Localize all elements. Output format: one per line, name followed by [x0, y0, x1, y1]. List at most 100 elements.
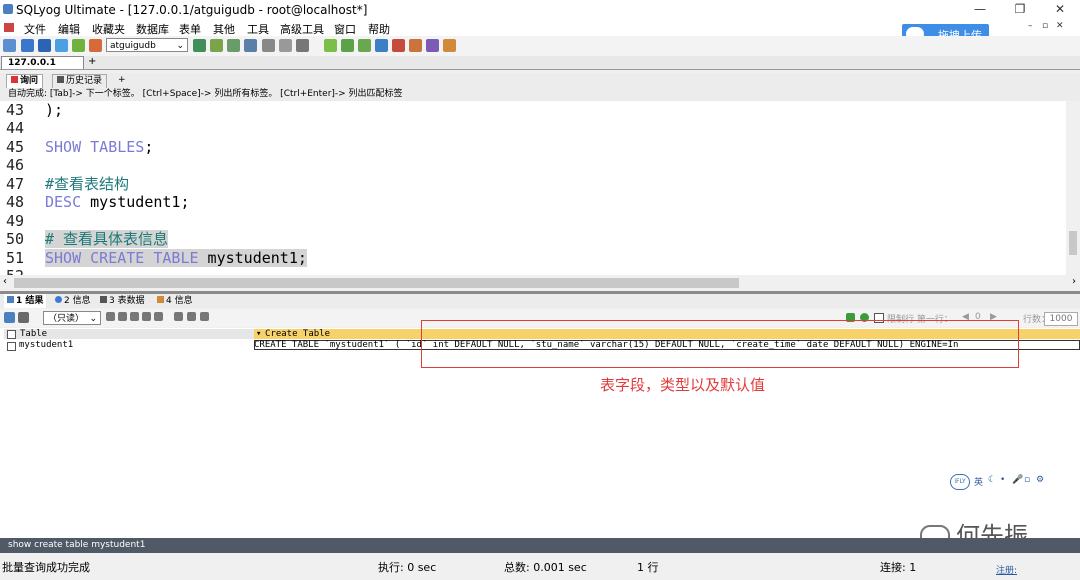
database-value: atguigudb: [110, 41, 156, 51]
mdi-minimize-icon[interactable]: –: [1028, 21, 1033, 31]
tab-result-label: 1 结果: [16, 296, 44, 306]
new-query-icon[interactable]: [21, 39, 34, 52]
moon-icon: ☾: [988, 475, 997, 485]
menu-database[interactable]: 数据库: [136, 21, 169, 37]
delete-row-icon[interactable]: [142, 312, 151, 321]
line-number: 52: [6, 267, 36, 275]
menu-other[interactable]: 其他: [213, 21, 235, 37]
copy-icon[interactable]: [106, 312, 115, 321]
history-icon: [57, 76, 64, 83]
refresh-icon[interactable]: [55, 39, 68, 52]
grid-mode-icon[interactable]: [18, 312, 29, 323]
cell-table-name[interactable]: mystudent1: [19, 340, 73, 351]
line-number: 43: [6, 101, 25, 119]
tab-result[interactable]: 1 结果: [4, 294, 47, 308]
status-message: 批量查询成功完成: [2, 561, 90, 574]
data-sync-icon[interactable]: [375, 39, 388, 52]
save-changes-icon[interactable]: [154, 312, 163, 321]
tab-info-label: 2 信息: [64, 296, 91, 306]
tab-query[interactable]: 询问: [6, 74, 44, 88]
skin-icon: ▫: [1024, 475, 1031, 485]
insert-row-icon[interactable]: [118, 312, 127, 321]
tab-table-data[interactable]: 3 表数据: [97, 294, 148, 308]
mdi-close-icon[interactable]: ✕: [1056, 21, 1064, 31]
mdi-window-icon[interactable]: [4, 23, 14, 32]
code-text: ;: [144, 138, 154, 156]
sql-editor[interactable]: 43); 44 45 SHOW TABLES; 46 47 #查看表结构 48 DES…: [0, 101, 1066, 275]
menu-favorites[interactable]: 收藏夹: [92, 21, 125, 37]
add-tab-button[interactable]: +: [114, 74, 130, 87]
close-button[interactable]: ✕: [1040, 0, 1080, 19]
export-icon[interactable]: [296, 39, 309, 52]
mdi-restore-icon[interactable]: ▫: [1042, 21, 1048, 31]
total-time: 总数: 0.001 sec: [504, 561, 587, 574]
column-header-create-table[interactable]: Create Table: [265, 329, 330, 339]
line-number: 45: [6, 138, 25, 156]
tab-table-data-label: 3 表数据: [109, 296, 145, 306]
backup-icon[interactable]: [210, 39, 223, 52]
result-mode-icon[interactable]: [4, 312, 15, 323]
editor-vertical-scrollbar[interactable]: [1066, 101, 1080, 275]
duplicate-row-icon[interactable]: [130, 312, 139, 321]
menu-edit[interactable]: 编辑: [58, 21, 80, 37]
menu-advanced-tools[interactable]: 高级工具: [280, 21, 324, 37]
schema-designer-icon[interactable]: [358, 39, 371, 52]
ifly-ime-widget[interactable]: iFLY 英 ☾ • 🎤 ▫ ⚙: [950, 474, 1050, 490]
add-connection-icon[interactable]: +: [88, 56, 96, 67]
line-number: 49: [6, 212, 25, 230]
code-text: mystudent1;: [198, 249, 307, 267]
user-manager-icon[interactable]: [89, 39, 102, 52]
register-link[interactable]: 注册:: [996, 563, 1017, 576]
menu-table[interactable]: 表单: [179, 21, 201, 37]
tab-history[interactable]: 历史记录: [52, 74, 108, 88]
notification-icon[interactable]: [409, 39, 422, 52]
menu-window[interactable]: 窗口: [334, 21, 356, 37]
scroll-left-icon[interactable]: ‹: [3, 276, 7, 287]
scroll-thumb[interactable]: [1069, 231, 1077, 255]
ime-mode-label: 英: [974, 478, 984, 488]
tab-info[interactable]: 2 信息: [52, 294, 94, 308]
form-view-icon[interactable]: [187, 312, 196, 321]
table-data-icon: [100, 296, 107, 303]
sync-icon[interactable]: [324, 39, 337, 52]
autocomplete-hint: 自动完成: [Tab]-> 下一个标签。 [Ctrl+Space]-> 列出所有…: [0, 88, 1080, 101]
chevron-down-icon: ⌄: [176, 41, 184, 51]
save-icon[interactable]: [38, 39, 51, 52]
horizontal-scroll-thumb[interactable]: [14, 278, 739, 288]
database-select[interactable]: atguigudb ⌄: [106, 38, 188, 52]
schema-icon[interactable]: [244, 39, 257, 52]
table-icon[interactable]: [262, 39, 275, 52]
readonly-select[interactable]: （只读） ⌄: [43, 311, 101, 325]
row-checkbox[interactable]: [7, 342, 16, 351]
connection-tab[interactable]: 127.0.0.1: [1, 56, 84, 69]
restore-db-icon[interactable]: [227, 39, 240, 52]
connection-tab-bar: [0, 56, 1080, 70]
keyword: DESC: [45, 193, 82, 211]
grid-view-icon[interactable]: [174, 312, 183, 321]
settings-icon[interactable]: [443, 39, 456, 52]
column-header-table[interactable]: Table: [20, 329, 47, 339]
tab-info-4[interactable]: 4 信息: [154, 294, 196, 308]
report-icon[interactable]: [426, 39, 439, 52]
menu-help[interactable]: 帮助: [368, 21, 390, 37]
row-count-input[interactable]: 1000: [1044, 312, 1078, 326]
connect-icon[interactable]: [3, 39, 16, 52]
info4-icon: [157, 296, 164, 303]
menu-file[interactable]: 文件: [24, 21, 46, 37]
restore-button[interactable]: ❐: [1000, 0, 1040, 19]
minimize-button[interactable]: —: [960, 0, 1000, 19]
scroll-right-icon[interactable]: ›: [1072, 276, 1076, 287]
select-all-checkbox[interactable]: [7, 330, 16, 339]
chevron-down-icon: ⌄: [89, 314, 97, 324]
line-number: 50: [6, 230, 25, 248]
execute-icon[interactable]: [72, 39, 85, 52]
grid-icon[interactable]: [279, 39, 292, 52]
exec-time: 执行: 0 sec: [378, 561, 437, 574]
annotation-text: 表字段，类型以及默认值: [600, 376, 766, 394]
job-agent-icon[interactable]: [392, 39, 405, 52]
import-icon[interactable]: [193, 39, 206, 52]
query-builder-icon[interactable]: [341, 39, 354, 52]
menu-tools[interactable]: 工具: [247, 21, 269, 37]
code-text: );: [45, 101, 64, 119]
text-view-icon[interactable]: [200, 312, 209, 321]
